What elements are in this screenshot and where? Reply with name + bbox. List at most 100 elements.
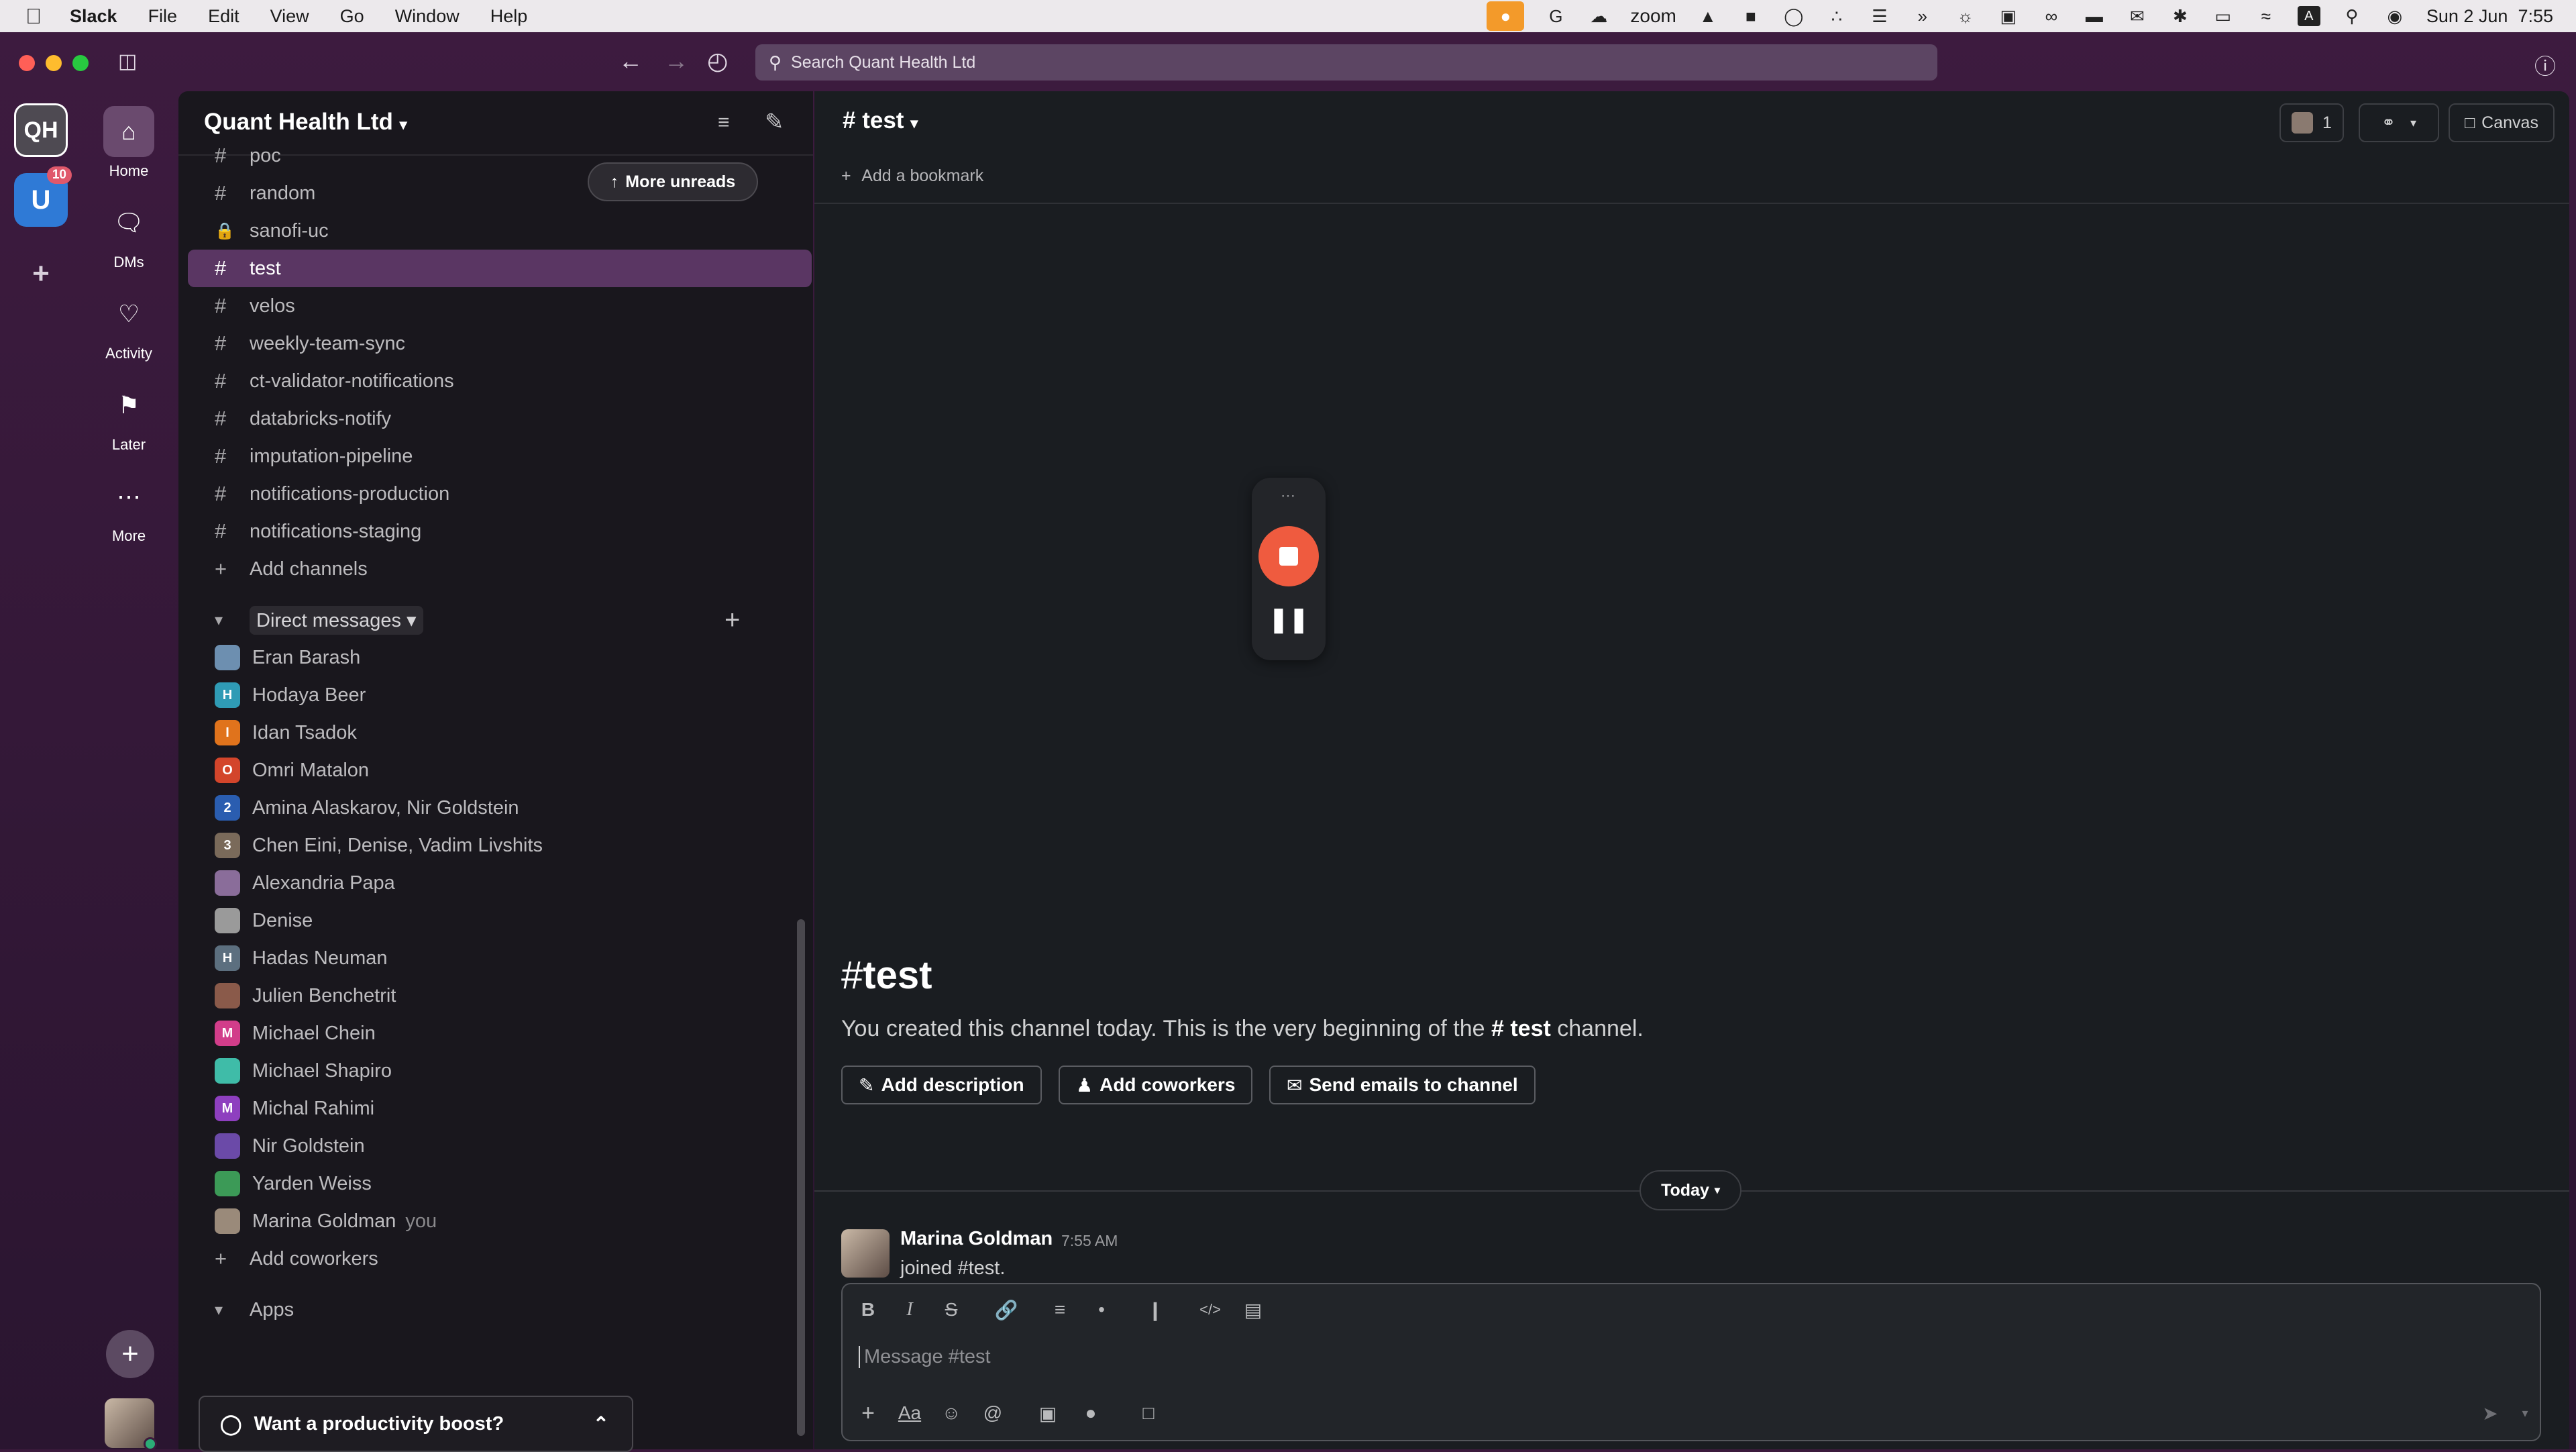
user-avatar[interactable] xyxy=(105,1398,157,1451)
menu-app-slack[interactable]: Slack xyxy=(70,6,117,27)
menu-file[interactable]: File xyxy=(148,6,178,27)
wifi-icon[interactable]: ≈ xyxy=(2255,6,2277,26)
menu-view[interactable]: View xyxy=(270,6,309,27)
bold-icon[interactable]: B xyxy=(853,1295,883,1325)
create-new-button[interactable]: + xyxy=(106,1330,154,1378)
message-input[interactable]: Message #test xyxy=(859,1346,991,1368)
menu-window[interactable]: Window xyxy=(395,6,460,27)
date-divider-button[interactable]: Today ▾ xyxy=(1640,1170,1741,1210)
zoom-window-button[interactable] xyxy=(72,55,89,71)
channel-item-imputation-pipeline[interactable]: # imputation-pipeline xyxy=(188,437,812,475)
zoom-menu-icon[interactable]: zoom xyxy=(1630,5,1676,27)
pause-icon[interactable]: ❚❚ xyxy=(1252,605,1326,633)
workspace-switcher-second[interactable]: U 10 xyxy=(14,166,72,227)
dm-section-button[interactable]: Direct messages ▾ xyxy=(250,605,423,635)
blockquote-icon[interactable]: ❙ xyxy=(1140,1295,1170,1325)
help-icon[interactable]: ⓘ xyxy=(2534,50,2556,81)
minimize-window-button[interactable] xyxy=(46,55,62,71)
dm-item[interactable]: I Idan Tsadok xyxy=(188,714,812,751)
chart-icon[interactable]: ■ xyxy=(1739,6,1762,26)
audio-clip-icon[interactable]: ● xyxy=(1076,1398,1106,1428)
dm-item[interactable]: 3 Chen Eini, Denise, Vadim Livshits xyxy=(188,827,812,864)
back-arrow-icon[interactable]: ← xyxy=(619,47,643,75)
message-author-avatar[interactable] xyxy=(841,1229,890,1278)
new-dm-plus-icon[interactable]: + xyxy=(724,605,740,635)
ordered-list-icon[interactable]: ≡ xyxy=(1045,1295,1075,1325)
channel-item-sanofi-uc[interactable]: 🔒 sanofi-uc xyxy=(188,212,812,250)
channel-item-databricks-notify[interactable]: # databricks-notify xyxy=(188,400,812,437)
input-source-icon[interactable]: A xyxy=(2297,6,2320,26)
dm-item[interactable]: Eran Barash xyxy=(188,639,812,676)
grammarly-icon[interactable]: G xyxy=(1544,6,1567,26)
nav-more[interactable]: ⋯ More xyxy=(82,471,176,545)
message-author-name[interactable]: Marina Goldman xyxy=(900,1228,1053,1250)
dm-item[interactable]: H Hadas Neuman xyxy=(188,939,812,977)
productivity-boost-banner[interactable]: ◯ Want a productivity boost? ⌃ xyxy=(199,1396,633,1452)
channel-members-button[interactable]: 1 xyxy=(2279,103,2344,142)
compose-icon[interactable]: ✎ xyxy=(765,109,784,136)
dm-item[interactable]: M Michal Rahimi xyxy=(188,1090,812,1127)
drag-handle-icon[interactable]: ⋯ xyxy=(1252,487,1326,505)
outlook-icon[interactable]: ✉ xyxy=(2126,6,2149,26)
code-icon[interactable]: </> xyxy=(1195,1295,1225,1325)
display-icon[interactable]: ▬ xyxy=(2083,6,2106,26)
circle-app-icon[interactable]: ◯ xyxy=(1782,6,1805,26)
send-icon[interactable]: ➤ xyxy=(2475,1398,2505,1428)
filter-icon[interactable]: ≡ xyxy=(718,111,730,134)
channel-item-notifications-staging[interactable]: # notifications-staging xyxy=(188,513,812,550)
dm-item[interactable]: Nir Goldstein xyxy=(188,1127,812,1165)
nav-dms[interactable]: 🗨 DMs xyxy=(82,197,176,271)
add-description-button[interactable]: ✎ Add description xyxy=(841,1066,1042,1104)
history-icon[interactable]: ◴ xyxy=(707,47,728,75)
send-options-chevron-icon[interactable]: ▾ xyxy=(2510,1398,2540,1428)
battery-icon[interactable]: ▭ xyxy=(2212,6,2235,26)
dm-item[interactable]: Michael Shapiro xyxy=(188,1052,812,1090)
channel-item-test[interactable]: # test xyxy=(188,250,812,287)
code-block-icon[interactable]: ▤ xyxy=(1238,1295,1268,1325)
workspace-switcher-qh[interactable]: QH xyxy=(14,103,68,157)
dm-item[interactable]: O Omri Matalon xyxy=(188,751,812,789)
dm-item[interactable]: Denise xyxy=(188,902,812,939)
dm-item[interactable]: Marina Goldman you xyxy=(188,1202,812,1240)
dm-item[interactable]: Yarden Weiss xyxy=(188,1165,812,1202)
chevron-up-icon[interactable]: ⌃ xyxy=(593,1412,609,1436)
send-emails-button[interactable]: ✉ Send emails to channel xyxy=(1269,1066,1536,1104)
shortcuts-icon[interactable]: □ xyxy=(1134,1398,1163,1428)
canvas-button[interactable]: □ Canvas xyxy=(2449,103,2555,142)
folder-icon[interactable]: ▣ xyxy=(1997,6,2020,26)
nav-home[interactable]: ⌂ Home xyxy=(82,106,176,180)
dots-app-icon[interactable]: ∴ xyxy=(1825,6,1848,26)
menu-edit[interactable]: Edit xyxy=(208,6,239,27)
menu-help[interactable]: Help xyxy=(490,6,528,27)
add-coworkers-sidebar-button[interactable]: + Add coworkers xyxy=(188,1240,812,1278)
fast-forward-icon[interactable]: » xyxy=(1911,6,1934,26)
search-bar[interactable]: ⚲ Search Quant Health Ltd xyxy=(755,44,1937,81)
bluetooth-icon[interactable]: ✱ xyxy=(2169,6,2192,26)
dm-item[interactable]: M Michael Chein xyxy=(188,1015,812,1052)
more-unreads-button[interactable]: ↑ More unreads xyxy=(588,162,758,201)
workspace-name-button[interactable]: Quant Health Ltd ▾ xyxy=(204,109,407,136)
intro-channel-link[interactable]: # test xyxy=(1491,1016,1551,1041)
channel-item-notifications-production[interactable]: # notifications-production xyxy=(188,475,812,513)
nav-later[interactable]: ⚑ Later xyxy=(82,380,176,454)
add-workspace-icon[interactable]: + xyxy=(14,247,68,301)
cloud-icon[interactable]: ☁ xyxy=(1587,6,1610,26)
link-icon[interactable]: 🔗 xyxy=(991,1295,1021,1325)
drive-icon[interactable]: ▲ xyxy=(1697,6,1719,26)
microphone-icon[interactable]: ● xyxy=(1487,1,1525,31)
close-window-button[interactable] xyxy=(19,55,35,71)
channel-title-button[interactable]: # test ▾ xyxy=(843,107,918,134)
menubar-clock[interactable]: Sun 2 Jun 7:55 xyxy=(2426,6,2553,27)
video-clip-icon[interactable]: ▣ xyxy=(1033,1398,1063,1428)
bulleted-list-icon[interactable]: • xyxy=(1087,1295,1116,1325)
sidebar-toggle-icon[interactable]: ◫ xyxy=(118,50,137,73)
message-timestamp[interactable]: 7:55 AM xyxy=(1061,1232,1118,1250)
control-center-icon[interactable]: ◉ xyxy=(2383,6,2406,26)
channel-item-velos[interactable]: # velos xyxy=(188,287,812,325)
sun-icon[interactable]: ☼ xyxy=(1954,6,1977,26)
dm-item[interactable]: H Hodaya Beer xyxy=(188,676,812,714)
add-channels-button[interactable]: + Add channels xyxy=(188,550,812,588)
forward-arrow-icon[interactable]: → xyxy=(664,47,688,75)
menu-go[interactable]: Go xyxy=(340,6,364,27)
emoji-icon[interactable]: ☺ xyxy=(936,1398,966,1428)
